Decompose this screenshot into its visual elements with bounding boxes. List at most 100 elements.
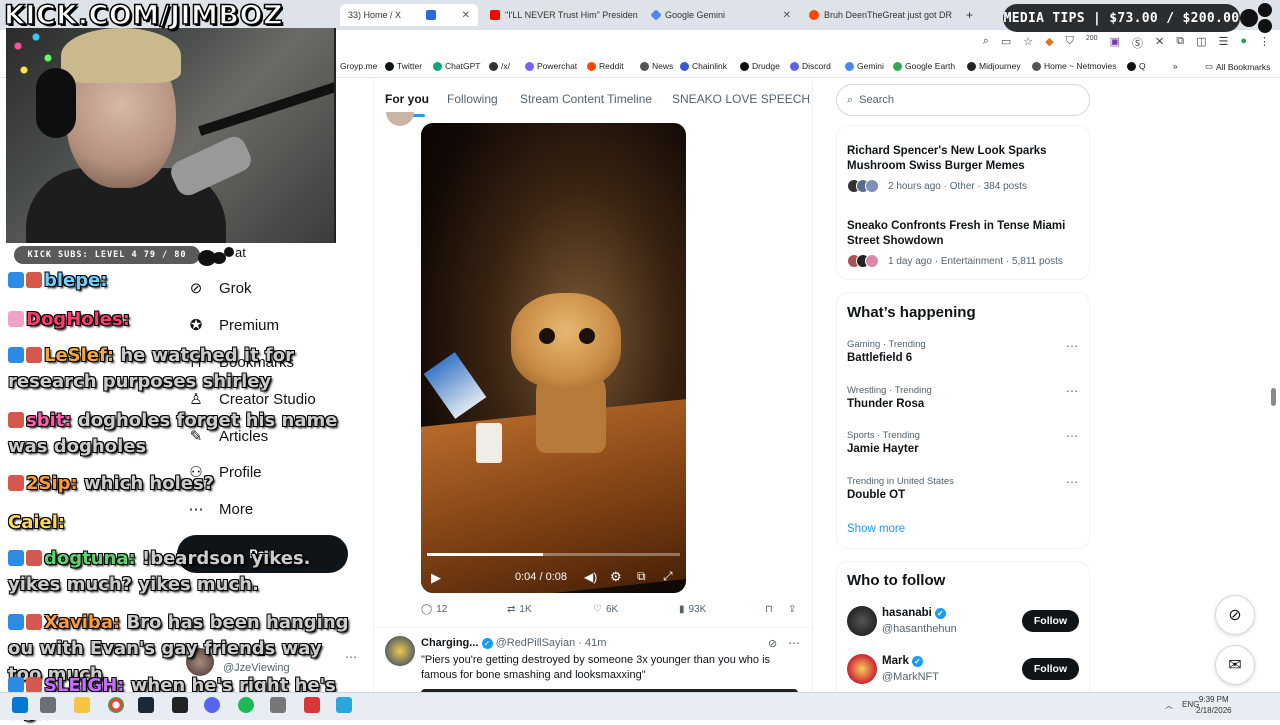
pip-icon[interactable]: ⧉ <box>637 569 646 584</box>
show-more-link[interactable]: Show more <box>847 523 905 535</box>
video-player[interactable]: ▶ 0:04 / 0:08 ◀) ⚙ ⧉ ⤢ <box>421 123 686 593</box>
bookmark-item[interactable]: Q <box>1127 61 1146 71</box>
tab-home-x[interactable]: 33) Home / X ✕ <box>340 4 478 26</box>
repost-button[interactable]: ⇄ 1K <box>507 604 532 615</box>
tab-for-you[interactable]: For you <box>385 92 429 106</box>
telegram-icon[interactable] <box>336 697 352 713</box>
menu-icon[interactable]: ⋮ <box>1259 35 1270 51</box>
grok-icon[interactable]: ⊘ <box>1215 595 1255 635</box>
extension-badge[interactable]: 200 <box>1086 35 1098 51</box>
search-icon[interactable]: ⌕ <box>983 35 989 51</box>
extension-icon[interactable]: ▣ <box>1110 35 1120 51</box>
close-icon[interactable]: ✕ <box>462 10 470 21</box>
share-button[interactable]: ⇪ <box>788 604 796 615</box>
bookmark-item[interactable]: ChatGPT <box>433 61 480 71</box>
chrome-icon[interactable] <box>108 697 124 713</box>
like-button[interactable]: ♡ 6K <box>593 604 618 615</box>
more-icon[interactable]: ⋯ <box>1066 339 1078 353</box>
trend-name[interactable]: Double OT <box>847 489 905 501</box>
reading-list-icon[interactable]: ☰ <box>1218 35 1228 51</box>
scrollbar[interactable] <box>1271 388 1276 406</box>
clock[interactable]: 9:39 PM 2/18/2026 <box>1196 694 1232 716</box>
metamask-icon[interactable]: ◆ <box>1045 35 1053 51</box>
close-icon[interactable]: ✕ <box>783 10 791 21</box>
bookmark-item[interactable]: /x/ <box>489 61 510 71</box>
bookmark-item[interactable]: Google Earth <box>893 61 955 71</box>
avatar[interactable] <box>847 606 877 636</box>
more-icon[interactable]: ⋯ <box>788 636 800 650</box>
all-bookmarks-button[interactable]: ▭ All Bookmarks <box>1205 61 1270 72</box>
follow-button[interactable]: Follow <box>1022 658 1079 680</box>
bookmark-item[interactable]: Home ~ Netmovies <box>1032 61 1117 71</box>
avatar[interactable] <box>847 654 877 684</box>
trend-name[interactable]: Jamie Hayter <box>847 443 919 455</box>
settings-icon[interactable]: ⚙ <box>610 569 622 585</box>
x-icon[interactable]: ✕ <box>1155 35 1164 51</box>
more-icon[interactable]: ⋯ <box>1066 475 1078 489</box>
steam-icon[interactable] <box>138 697 154 713</box>
bookmark-item[interactable]: Midjourney <box>967 61 1021 71</box>
author-handle[interactable]: @RedPillSayian · 41m <box>496 637 607 649</box>
cast-icon[interactable]: ▭ <box>1001 35 1011 51</box>
trend-name[interactable]: Battlefield 6 <box>847 352 912 364</box>
tab-gemini[interactable]: Google Gemini ✕ <box>644 4 799 26</box>
puzzle-icon[interactable]: ⧉ <box>1176 35 1184 51</box>
webcam-frame <box>198 80 334 136</box>
follow-name[interactable]: Mark ✓ <box>882 655 923 667</box>
avatar[interactable]: ● <box>1240 35 1247 51</box>
bookmark-button[interactable]: ⊓ <box>765 604 773 615</box>
star-icon[interactable]: ☆ <box>1023 35 1033 51</box>
extension-icon[interactable]: Ⓢ <box>1132 35 1143 51</box>
volume-icon[interactable]: ◀) <box>584 570 597 584</box>
bookmark-item[interactable]: Groyp.me <box>340 61 377 71</box>
bookmark-item[interactable]: Twitter <box>385 61 422 71</box>
fullscreen-icon[interactable]: ⤢ <box>663 569 673 584</box>
trend-name[interactable]: Thunder Rosa <box>847 398 924 410</box>
search-input[interactable]: ⌕ Search <box>836 84 1090 116</box>
bookmark-item[interactable]: Drudge <box>740 61 780 71</box>
reply-button[interactable]: ◯ 12 <box>421 604 447 615</box>
tab-sneako-love-speech[interactable]: SNEAKO LOVE SPEECH <box>672 92 810 106</box>
follow-button[interactable]: Follow <box>1022 610 1079 632</box>
follow-name[interactable]: hasanabi ✓ <box>882 607 946 619</box>
bookmark-item[interactable]: Reddit <box>587 61 624 71</box>
chevron-right-icon[interactable]: » <box>1173 61 1178 71</box>
app-icon[interactable] <box>304 697 320 713</box>
bookmark-label: News <box>652 61 674 71</box>
search-placeholder: Search <box>859 94 895 106</box>
grok-icon[interactable]: ⊘ <box>768 637 777 650</box>
shield-icon[interactable]: ⛉ <box>1066 35 1074 51</box>
avatar[interactable] <box>385 636 415 666</box>
news-title[interactable]: Richard Spencer's New Look Sparks Mushro… <box>847 144 1077 174</box>
reply-icon: ◯ <box>421 604 433 615</box>
tray-chevron-icon[interactable]: ︿ <box>1165 700 1173 711</box>
bookmark-item[interactable]: Powerchat <box>525 61 577 71</box>
bookmark-item[interactable]: News <box>640 61 673 71</box>
video-progress-bar[interactable] <box>427 553 680 556</box>
messages-icon[interactable]: ✉ <box>1215 645 1255 685</box>
author-name[interactable]: Charging... <box>421 637 478 649</box>
bookmark-item[interactable]: Discord <box>790 61 831 71</box>
terminal-icon[interactable] <box>172 697 188 713</box>
more-icon[interactable]: ⋯ <box>1066 429 1078 443</box>
task-view-icon[interactable] <box>40 697 56 713</box>
tab-following[interactable]: Following <box>447 92 498 106</box>
more-icon[interactable]: ⋯ <box>1066 384 1078 398</box>
play-icon[interactable]: ▶ <box>431 570 441 586</box>
discord-icon[interactable] <box>204 697 220 713</box>
windows-start-icon[interactable] <box>12 697 28 713</box>
app-icon[interactable] <box>270 697 286 713</box>
tab-youtube[interactable]: "I'LL NEVER Trust Him" Presiden ✕ <box>482 4 644 26</box>
tab-reddit[interactable]: Bruh DeenTheGreat just got DR ✕ <box>801 4 956 26</box>
like-count: 6K <box>605 604 619 615</box>
new-tab-button[interactable]: + <box>958 4 978 26</box>
bookmark-item[interactable]: Gemini <box>845 61 884 71</box>
nav-partial-label[interactable]: at <box>235 245 246 260</box>
news-title[interactable]: Sneako Confronts Fresh in Tense Miami St… <box>847 219 1077 249</box>
spotify-icon[interactable] <box>238 697 254 713</box>
views-button[interactable]: ▮ 93K <box>679 604 706 615</box>
tab-stream-content-timeline[interactable]: Stream Content Timeline <box>520 92 652 106</box>
sidebar-icon[interactable]: ◫ <box>1196 35 1206 51</box>
bookmark-item[interactable]: Chainlink <box>680 61 727 71</box>
file-explorer-icon[interactable] <box>74 697 90 713</box>
